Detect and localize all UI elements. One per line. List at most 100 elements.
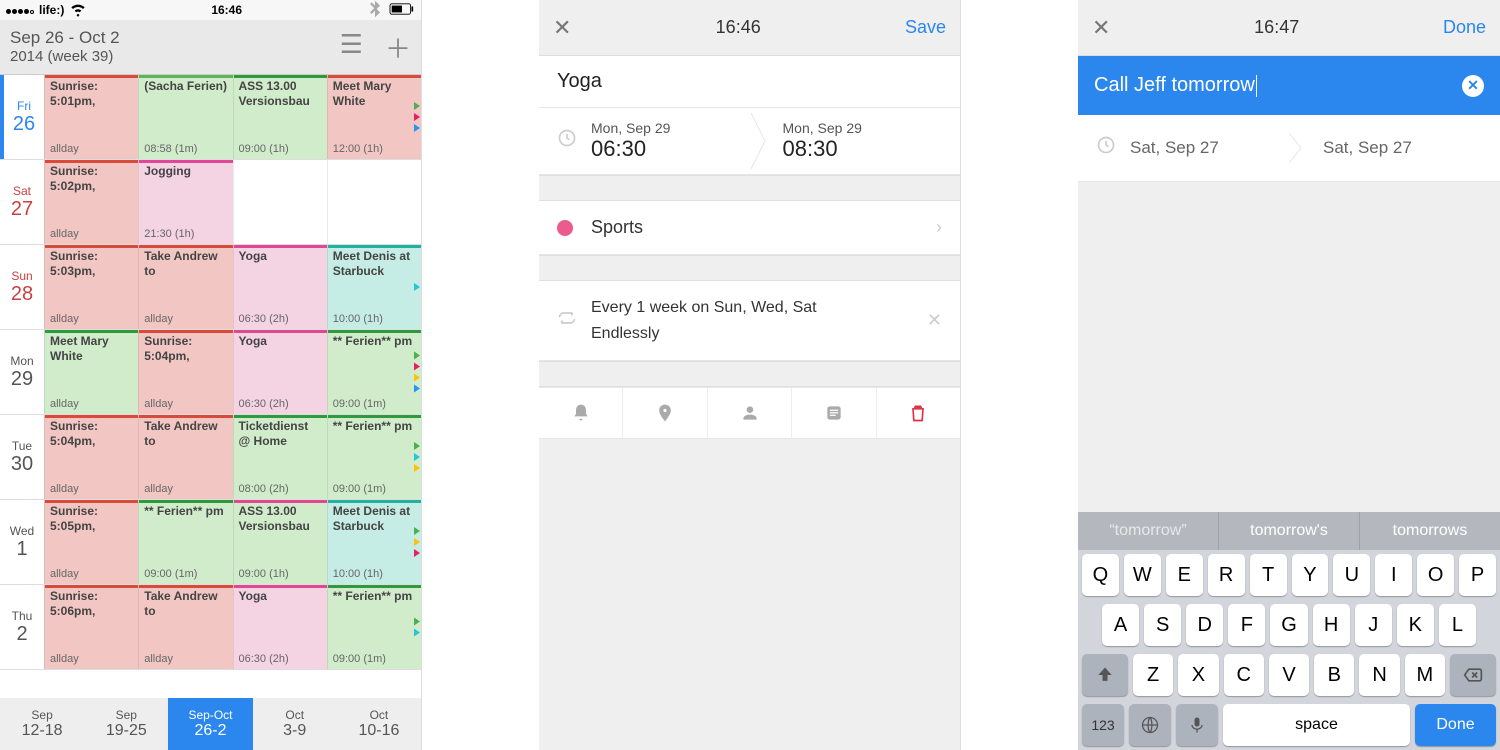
key-a[interactable]: A xyxy=(1102,604,1139,646)
day-row[interactable]: Wed1Sunrise: 5:05pm,allday** Ferien** pm… xyxy=(0,500,421,585)
event-block[interactable]: Jogging21:30 (1h) xyxy=(138,160,232,244)
day-row[interactable]: Sat27Sunrise: 5:02pm,alldayJogging21:30 … xyxy=(0,160,421,245)
alert-icon[interactable] xyxy=(539,388,623,438)
event-block[interactable]: ** Ferien** pm09:00 (1m) xyxy=(138,500,232,584)
event-block[interactable]: Sunrise: 5:01pm,allday xyxy=(44,75,138,159)
day-label[interactable]: Tue30 xyxy=(0,415,44,499)
numbers-key[interactable]: 123 xyxy=(1082,704,1124,746)
key-i[interactable]: I xyxy=(1375,554,1412,596)
notes-icon[interactable] xyxy=(792,388,876,438)
key-u[interactable]: U xyxy=(1333,554,1370,596)
week-switch-item[interactable]: Sep-Oct26-2 xyxy=(168,698,252,750)
keyboard-suggestion[interactable]: “tomorrow” xyxy=(1078,512,1219,550)
key-h[interactable]: H xyxy=(1313,604,1350,646)
event-block[interactable]: ** Ferien** pm09:00 (1m) xyxy=(327,415,421,499)
backspace-key[interactable] xyxy=(1450,654,1496,696)
day-row[interactable]: Tue30Sunrise: 5:04pm,alldayTake Andrew t… xyxy=(0,415,421,500)
key-n[interactable]: N xyxy=(1359,654,1399,696)
key-x[interactable]: X xyxy=(1178,654,1218,696)
keyboard-done-key[interactable]: Done xyxy=(1415,704,1496,746)
event-block[interactable]: ASS 13.00 Versionsbau09:00 (1h) xyxy=(233,75,327,159)
key-r[interactable]: R xyxy=(1208,554,1245,596)
event-block[interactable]: Meet Mary Whiteallday xyxy=(44,330,138,414)
keyboard-suggestion[interactable]: tomorrows xyxy=(1360,512,1500,550)
globe-key[interactable] xyxy=(1129,704,1171,746)
event-block[interactable]: ** Ferien** pm09:00 (1m) xyxy=(327,330,421,414)
key-d[interactable]: D xyxy=(1186,604,1223,646)
repeat-row[interactable]: Every 1 week on Sun, Wed, Sat Endlessly … xyxy=(539,281,960,361)
event-block[interactable]: Sunrise: 5:04pm,allday xyxy=(44,415,138,499)
attendees-icon[interactable] xyxy=(708,388,792,438)
key-c[interactable]: C xyxy=(1224,654,1264,696)
day-row[interactable]: Sun28Sunrise: 5:03pm,alldayTake Andrew t… xyxy=(0,245,421,330)
day-label[interactable]: Sun28 xyxy=(0,245,44,329)
key-y[interactable]: Y xyxy=(1292,554,1329,596)
list-view-icon[interactable]: ☰ xyxy=(340,29,363,66)
event-block[interactable]: Take Andrew toallday xyxy=(138,245,232,329)
event-block[interactable]: Sunrise: 5:06pm,allday xyxy=(44,585,138,669)
clear-repeat-icon[interactable]: ✕ xyxy=(927,310,942,331)
close-icon[interactable]: ✕ xyxy=(1092,15,1110,41)
key-j[interactable]: J xyxy=(1355,604,1392,646)
calendar-row[interactable]: Sports › xyxy=(539,201,960,255)
day-row[interactable]: Thu2Sunrise: 5:06pm,alldayTake Andrew to… xyxy=(0,585,421,670)
key-f[interactable]: F xyxy=(1228,604,1265,646)
key-b[interactable]: B xyxy=(1314,654,1354,696)
event-block[interactable]: Take Andrew toallday xyxy=(138,415,232,499)
quick-input-banner[interactable]: Call Jeff tomorrow ✕ xyxy=(1078,56,1500,115)
week-switcher[interactable]: Sep12-18Sep19-25Sep-Oct26-2Oct3-9Oct10-1… xyxy=(0,698,421,750)
save-button[interactable]: Save xyxy=(905,17,946,38)
event-block[interactable]: Yoga06:30 (2h) xyxy=(233,330,327,414)
event-block[interactable]: ** Ferien** pm09:00 (1m) xyxy=(327,585,421,669)
event-block[interactable]: Yoga06:30 (2h) xyxy=(233,585,327,669)
event-block[interactable]: Meet Mary White12:00 (1h) xyxy=(327,75,421,159)
day-label[interactable]: Wed1 xyxy=(0,500,44,584)
day-label[interactable]: Thu2 xyxy=(0,585,44,669)
key-e[interactable]: E xyxy=(1166,554,1203,596)
key-o[interactable]: O xyxy=(1417,554,1454,596)
event-block[interactable]: Ticketdienst @ Home08:00 (2h) xyxy=(233,415,327,499)
key-w[interactable]: W xyxy=(1124,554,1161,596)
space-key[interactable]: space xyxy=(1223,704,1410,746)
week-switch-item[interactable]: Sep19-25 xyxy=(84,698,168,750)
close-icon[interactable]: ✕ xyxy=(553,15,571,41)
quick-dates-row[interactable]: Sat, Sep 27 Sat, Sep 27 xyxy=(1078,115,1500,182)
key-t[interactable]: T xyxy=(1250,554,1287,596)
event-dates-row[interactable]: Mon, Sep 29 06:30 Mon, Sep 29 08:30 xyxy=(539,108,960,175)
day-row[interactable]: Fri26Sunrise: 5:01pm,allday(Sacha Ferien… xyxy=(0,75,421,160)
event-block[interactable]: Meet Denis at Starbuck10:00 (1h) xyxy=(327,245,421,329)
event-title-field[interactable]: Yoga xyxy=(539,56,960,108)
week-switch-item[interactable]: Oct10-16 xyxy=(337,698,421,750)
key-p[interactable]: P xyxy=(1459,554,1496,596)
week-switch-item[interactable]: Oct3-9 xyxy=(253,698,337,750)
event-block[interactable]: Sunrise: 5:02pm,allday xyxy=(44,160,138,244)
day-label[interactable]: Mon29 xyxy=(0,330,44,414)
clear-input-icon[interactable]: ✕ xyxy=(1462,75,1484,97)
key-l[interactable]: L xyxy=(1439,604,1476,646)
day-label[interactable]: Fri26 xyxy=(0,75,44,159)
key-g[interactable]: G xyxy=(1270,604,1307,646)
key-k[interactable]: K xyxy=(1397,604,1434,646)
event-block[interactable]: (Sacha Ferien)08:58 (1m) xyxy=(138,75,232,159)
end-date-block[interactable]: Mon, Sep 29 08:30 xyxy=(769,120,943,162)
key-m[interactable]: M xyxy=(1405,654,1445,696)
add-event-icon[interactable]: ＋ xyxy=(385,29,411,66)
event-block[interactable]: ASS 13.00 Versionsbau09:00 (1h) xyxy=(233,500,327,584)
event-block[interactable]: Sunrise: 5:04pm,allday xyxy=(138,330,232,414)
delete-icon[interactable] xyxy=(877,388,960,438)
week-switch-item[interactable]: Sep12-18 xyxy=(0,698,84,750)
location-icon[interactable] xyxy=(623,388,707,438)
key-q[interactable]: Q xyxy=(1082,554,1119,596)
keyboard-suggestion[interactable]: tomorrow's xyxy=(1219,512,1360,550)
key-v[interactable]: V xyxy=(1269,654,1309,696)
start-date-block[interactable]: Mon, Sep 29 06:30 xyxy=(583,120,751,162)
key-s[interactable]: S xyxy=(1144,604,1181,646)
event-block[interactable]: Sunrise: 5:05pm,allday xyxy=(44,500,138,584)
day-label[interactable]: Sat27 xyxy=(0,160,44,244)
key-z[interactable]: Z xyxy=(1133,654,1173,696)
mic-key[interactable] xyxy=(1176,704,1218,746)
event-block[interactable]: Meet Denis at Starbuck10:00 (1h) xyxy=(327,500,421,584)
event-block[interactable]: Take Andrew toallday xyxy=(138,585,232,669)
day-row[interactable]: Mon29Meet Mary WhitealldaySunrise: 5:04p… xyxy=(0,330,421,415)
shift-key[interactable] xyxy=(1082,654,1128,696)
